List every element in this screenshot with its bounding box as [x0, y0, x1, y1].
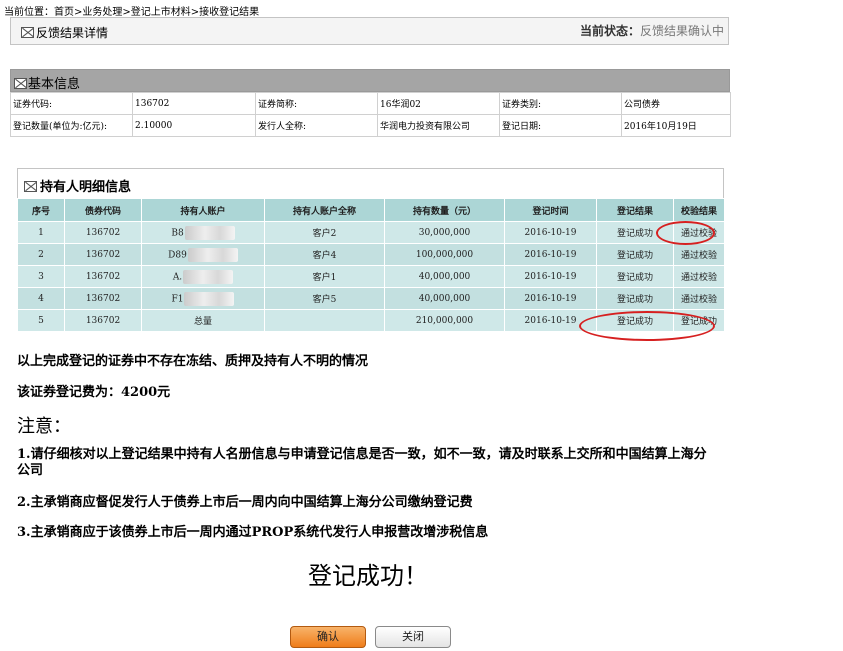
bond-code: 136702 — [64, 309, 142, 332]
basic-info-header: 基本信息 — [10, 69, 730, 92]
holder-account: F1 — [141, 287, 265, 310]
success-message: 登记成功！ — [308, 562, 428, 590]
register-date-label: 登记日期: — [499, 114, 622, 137]
holders-header-row: 序号 债券代码 持有人账户 持有人账户全称 持有数量（元） 登记时间 登记结果 … — [17, 198, 725, 222]
security-abbr-value: 16华润02 — [377, 92, 500, 115]
holding-amount: 100,000,000 — [384, 243, 505, 266]
column-header: 登记结果 — [596, 198, 674, 222]
column-header: 校验结果 — [673, 198, 725, 222]
holding-amount: 40,000,000 — [384, 287, 505, 310]
security-abbr-label: 证券简称: — [255, 92, 378, 115]
envelope-icon — [21, 27, 34, 38]
fee-statement: 该证券登记费为：4200元 — [17, 385, 171, 400]
register-result: 登记成功 — [596, 243, 674, 266]
basic-info-row: 登记数量(单位为:亿元): 2.10000 发行人全称: 华润电力投资有限公司 … — [10, 114, 731, 137]
column-header: 序号 — [17, 198, 65, 222]
holder-account: A. — [141, 265, 265, 288]
row-number: 1 — [17, 221, 65, 244]
notice-item: 3.主承销商应于该债券上市后一周内通过PROP系统代发行人申报营改增涉税信息 — [17, 525, 489, 540]
table-row: 1 136702 B8 客户2 30,000,000 2016-10-19 登记… — [17, 221, 725, 244]
freeze-statement: 以上完成登记的证券中不存在冻结、质押及持有人不明的情况 — [17, 354, 369, 369]
notice-item: 1.请仔细核对以上登记结果中持有人名册信息与申请登记信息是否一致，如不一致，请及… — [17, 447, 707, 478]
bond-code: 136702 — [64, 221, 142, 244]
annotation-circle — [656, 221, 715, 245]
holding-amount: 210,000,000 — [384, 309, 505, 332]
notice-item: 2.主承销商应督促发行人于债券上市后一周内向中国结算上海分公司缴纳登记费 — [17, 495, 473, 510]
register-result: 登记成功 — [596, 265, 674, 288]
check-result: 通过校验 — [673, 287, 725, 310]
holder-name — [264, 309, 385, 332]
holder-account-text: A. — [172, 272, 183, 282]
redacted-mark — [184, 291, 235, 306]
annotation-circle — [579, 311, 715, 341]
security-type-label: 证券类别: — [499, 92, 622, 115]
holder-name: 客户2 — [264, 221, 385, 244]
register-amount-label: 登记数量(单位为:亿元): — [10, 114, 133, 137]
issuer-label: 发行人全称: — [255, 114, 378, 137]
basic-info-row: 证券代码: 136702 证券简称: 16华润02 证券类别: 公司债券 — [10, 92, 731, 115]
register-time: 2016-10-19 — [504, 221, 597, 244]
row-number: 4 — [17, 287, 65, 310]
holder-account: 总量 — [141, 309, 265, 332]
redacted-mark — [183, 269, 234, 284]
holder-account-text: B8 — [171, 228, 184, 238]
security-code-value: 136702 — [132, 92, 256, 115]
column-header: 债券代码 — [64, 198, 142, 222]
security-type-value: 公司债券 — [621, 92, 731, 115]
envelope-icon — [24, 181, 37, 192]
issuer-value: 华润电力投资有限公司 — [377, 114, 500, 137]
breadcrumb: 当前位置：首页>业务处理>登记上市材料>接收登记结果 — [4, 7, 260, 18]
holder-name: 客户5 — [264, 287, 385, 310]
column-header: 持有人账户全称 — [264, 198, 385, 222]
notice-title: 注意： — [17, 416, 71, 437]
redacted-mark — [187, 247, 238, 262]
close-button[interactable]: 关闭 — [375, 626, 451, 648]
holder-name: 客户4 — [264, 243, 385, 266]
redacted-mark — [184, 225, 235, 240]
holder-account: D89 — [141, 243, 265, 266]
security-code-label: 证券代码: — [10, 92, 133, 115]
register-time: 2016-10-19 — [504, 287, 597, 310]
basic-info-title: 基本信息 — [28, 77, 81, 92]
status-label: 当前状态： — [579, 24, 640, 38]
row-number: 3 — [17, 265, 65, 288]
bond-code: 136702 — [64, 265, 142, 288]
column-header: 持有数量（元） — [384, 198, 505, 222]
table-row: 3 136702 A. 客户1 40,000,000 2016-10-19 登记… — [17, 265, 725, 288]
check-result: 通过校验 — [673, 243, 725, 266]
row-number: 2 — [17, 243, 65, 266]
envelope-icon — [14, 77, 27, 89]
check-result: 通过校验 — [673, 265, 725, 288]
holders-header: 持有人明细信息 — [17, 168, 724, 198]
detail-header: 反馈结果详情 当前状态：反馈结果确认中 — [10, 17, 729, 45]
column-header: 登记时间 — [504, 198, 597, 222]
row-number: 5 — [17, 309, 65, 332]
table-row: 2 136702 D89 客户4 100,000,000 2016-10-19 … — [17, 243, 725, 266]
holding-amount: 40,000,000 — [384, 265, 505, 288]
holding-amount: 30,000,000 — [384, 221, 505, 244]
register-amount-value: 2.10000 — [132, 114, 256, 137]
column-header: 持有人账户 — [141, 198, 265, 222]
register-time: 2016-10-19 — [504, 265, 597, 288]
status-indicator: 当前状态：反馈结果确认中 — [580, 22, 724, 39]
table-row: 4 136702 F1 客户5 40,000,000 2016-10-19 登记… — [17, 287, 725, 310]
register-time: 2016-10-19 — [504, 243, 597, 266]
register-date-value: 2016年10月19日 — [621, 114, 731, 137]
holders-title: 持有人明细信息 — [40, 180, 132, 195]
detail-title: 反馈结果详情 — [36, 26, 109, 40]
bond-code: 136702 — [64, 287, 142, 310]
holder-account: B8 — [141, 221, 265, 244]
holder-account-text: F1 — [171, 294, 184, 304]
holder-account-text: D89 — [168, 250, 187, 260]
bond-code: 136702 — [64, 243, 142, 266]
holder-name: 客户1 — [264, 265, 385, 288]
basic-info-table: 证券代码: 136702 证券简称: 16华润02 证券类别: 公司债券 登记数… — [10, 92, 731, 137]
confirm-button[interactable]: 确认 — [290, 626, 366, 648]
status-value: 反馈结果确认中 — [639, 24, 724, 38]
register-result: 登记成功 — [596, 287, 674, 310]
